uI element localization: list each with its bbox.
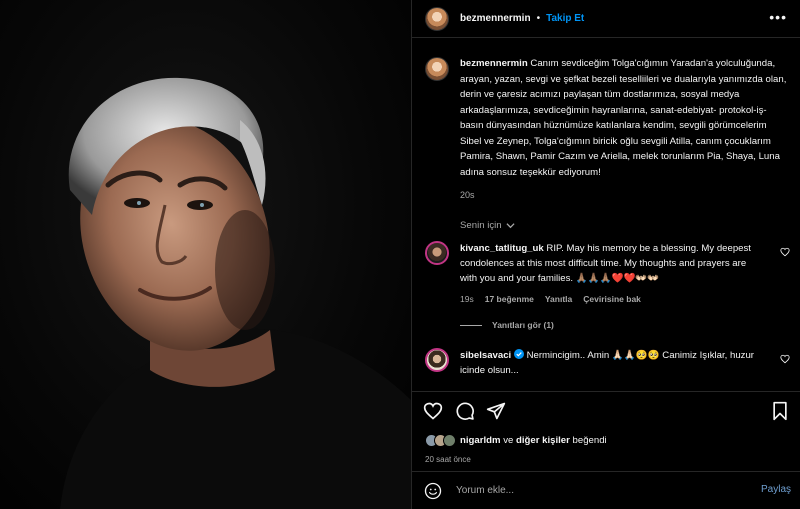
likes-summary[interactable]: nigarldm ve diğer kişiler beğendi xyxy=(425,434,607,447)
liker-username[interactable]: nigarldm xyxy=(460,435,501,446)
heart-icon[interactable] xyxy=(423,401,443,421)
comment-time[interactable]: 19s xyxy=(460,292,474,307)
post-header: bezmennermin • Takip Et ••• xyxy=(412,0,800,38)
replies-divider xyxy=(460,324,482,326)
likes-others[interactable]: diğer kişiler xyxy=(516,435,570,446)
view-replies-label: Yanıtları gör (1) xyxy=(492,320,554,330)
bookmark-icon[interactable] xyxy=(770,401,790,421)
commenter-username[interactable]: sibelsavaci xyxy=(460,350,511,361)
emoji-icon[interactable] xyxy=(424,482,442,500)
comment-icon[interactable] xyxy=(455,401,475,421)
caption-text: Canım sevdiceğim Tolga'cığımın Yaradan'a… xyxy=(460,58,787,178)
comment-filter-label: Senin için xyxy=(460,220,502,231)
view-replies-button[interactable]: Yanıtları gör (1) xyxy=(460,320,554,330)
author-username[interactable]: bezmennermin xyxy=(460,13,531,24)
post-timestamp[interactable]: 20 saat önce xyxy=(425,455,471,464)
post-caption: bezmennermin Canım sevdiceğim Tolga'cığı… xyxy=(425,56,790,204)
caption-time[interactable]: 20s xyxy=(460,188,790,204)
caption-avatar[interactable] xyxy=(425,57,449,81)
comment-filter-dropdown[interactable]: Senin için xyxy=(460,220,515,231)
reply-button[interactable]: Yanıtla xyxy=(545,292,572,307)
commenter-avatar[interactable] xyxy=(425,348,449,372)
post-panel: bezmennermin • Takip Et ••• bezmennermin… xyxy=(411,0,800,509)
post-photo[interactable] xyxy=(0,0,411,509)
caption-username[interactable]: bezmennermin xyxy=(460,58,528,69)
comment-composer: Paylaş xyxy=(412,471,800,509)
heart-icon[interactable] xyxy=(780,247,790,257)
share-icon[interactable] xyxy=(486,401,506,421)
translate-button[interactable]: Çevirisine bak xyxy=(583,292,641,307)
post-actions: nigarldm ve diğer kişiler beğendi 20 saa… xyxy=(412,391,800,471)
author-avatar[interactable] xyxy=(425,6,449,31)
follow-button[interactable]: Takip Et xyxy=(546,13,584,24)
comment-item: kivanc_tatlitug_uk RIP. May his memory b… xyxy=(425,241,790,307)
portrait-image xyxy=(60,77,411,509)
commenter-username[interactable]: kivanc_tatlitug_uk xyxy=(460,243,544,254)
comment-likes[interactable]: 17 beğenme xyxy=(485,292,534,307)
post-comment-button[interactable]: Paylaş xyxy=(761,484,791,495)
verified-icon xyxy=(513,349,524,359)
likes-suffix: beğendi xyxy=(572,435,607,446)
liker-avatar xyxy=(443,434,456,447)
separator-dot: • xyxy=(536,13,541,24)
more-options-icon[interactable]: ••• xyxy=(769,10,787,24)
commenter-avatar[interactable] xyxy=(425,241,449,265)
comments-scroll-area[interactable]: bezmennermin Canım sevdiceğim Tolga'cığı… xyxy=(412,39,800,391)
comment-input[interactable] xyxy=(456,485,736,496)
chevron-down-icon xyxy=(506,223,515,229)
heart-icon[interactable] xyxy=(780,354,790,364)
comment-item: sibelsavaci Nermincigim.. Amin 🙏🏻🙏🏻🥺🥺 Ca… xyxy=(425,348,790,378)
likes-connector: ve xyxy=(503,435,514,446)
